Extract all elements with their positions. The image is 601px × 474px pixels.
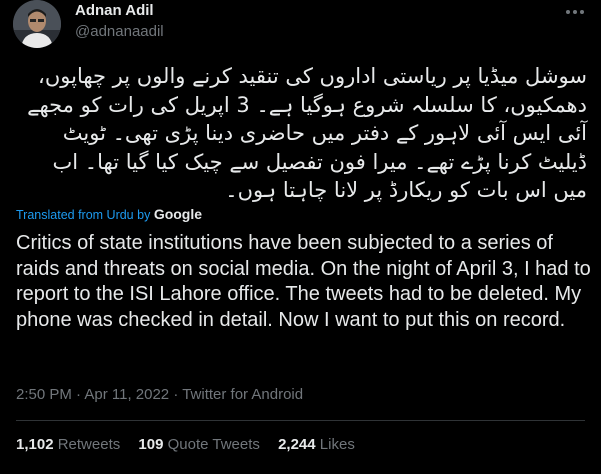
translation-notice[interactable]: Translated from Urdu by Google [16,206,202,222]
translated-by-label: by [137,208,151,222]
translated-label: Translated from Urdu [16,208,134,222]
tweet-timestamp[interactable]: 2:50 PM · Apr 11, 2022 · Twitter for And… [16,386,303,403]
likes-label: Likes [319,436,355,453]
retweets-stat[interactable]: 1,102 Retweets [16,436,120,453]
google-logo: Google [153,206,203,222]
avatar[interactable] [13,0,61,48]
likes-stat[interactable]: 2,244 Likes [278,436,355,453]
avatar-photo [13,0,61,48]
tweet-translated-text: Critics of state institutions have been … [16,232,591,331]
quotes-label: Quote Tweets [167,436,260,453]
retweets-label: Retweets [57,436,121,453]
quotes-count: 109 [138,436,164,453]
likes-count: 2,244 [278,436,316,453]
author-handle[interactable]: @adnanaadil [75,23,164,40]
author-name[interactable]: Adnan Adil [75,2,154,19]
tweet-original-text: سوشل میڈیا پر ریاستی اداروں کی تنقید کرن… [27,64,587,202]
more-options-icon[interactable] [563,2,587,22]
tweet-stats: 1,102 Retweets 109 Quote Tweets 2,244 Li… [16,436,369,453]
retweets-count: 1,102 [16,436,54,453]
more-dots-icon [566,10,584,14]
quotes-stat[interactable]: 109 Quote Tweets [138,436,259,453]
divider [16,420,585,421]
